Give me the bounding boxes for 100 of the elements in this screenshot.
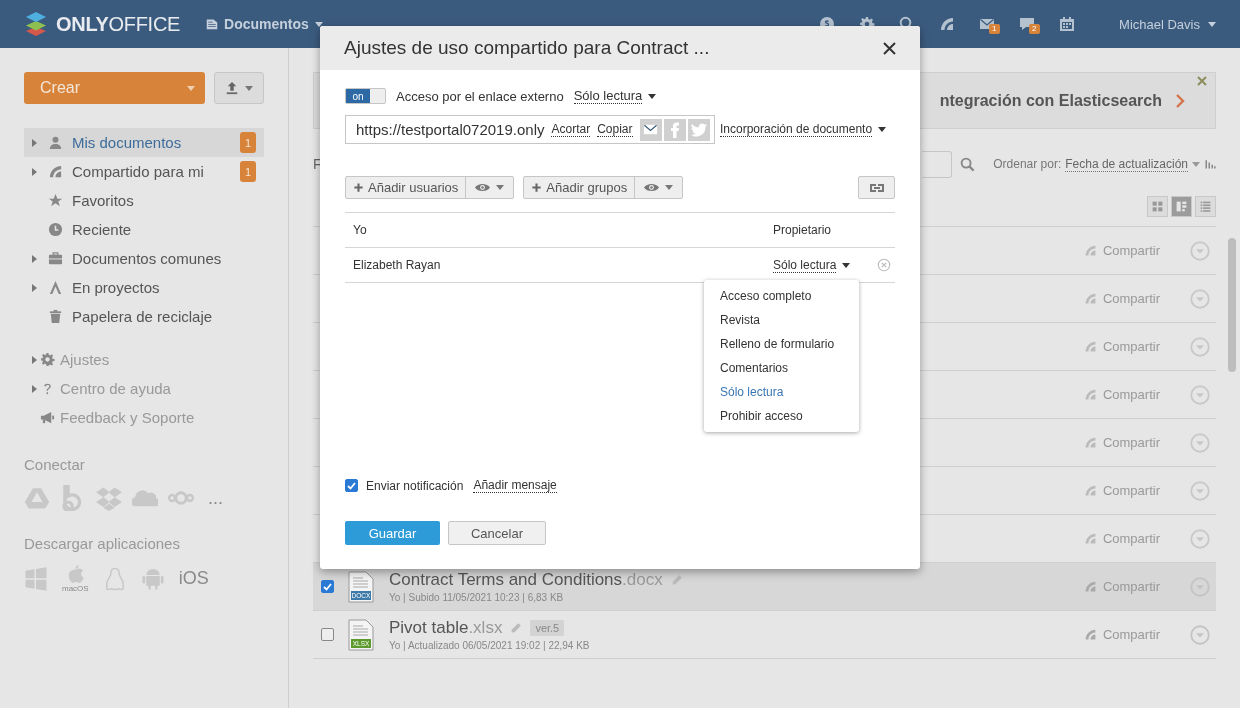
owner-label: Propietario (773, 223, 833, 237)
menu-item[interactable]: Comentarios (704, 356, 859, 380)
menu-item[interactable]: Prohibir acceso (704, 404, 859, 428)
feed-icon (1083, 388, 1097, 401)
dialog-title: Ajustes de uso compartido para Contract ... (344, 37, 710, 59)
ios-link[interactable]: iOS (178, 568, 209, 589)
expand-arrow-icon[interactable] (32, 283, 37, 292)
pencil-icon (670, 574, 683, 586)
caret-icon (878, 127, 887, 132)
caret-icon (842, 262, 851, 268)
copy-link[interactable]: Copiar (597, 122, 633, 137)
person-icon (48, 135, 63, 150)
expand-arrow-icon[interactable] (32, 384, 37, 393)
pencil-icon (510, 622, 523, 634)
sidebar-item[interactable]: Documentos comunes (24, 244, 264, 273)
plus-icon (353, 182, 364, 193)
chevron-circle-icon (1190, 528, 1210, 549)
more-link[interactable]: ... (208, 487, 223, 509)
bird-icon (690, 122, 707, 137)
briefcase-icon (48, 251, 63, 266)
menu-item[interactable]: Revista (704, 308, 859, 332)
scrollbar[interactable] (1228, 238, 1236, 372)
compact-view-icon (1175, 200, 1188, 213)
user-menu[interactable]: Michael Davis (1119, 16, 1216, 32)
view-mode-button[interactable] (1147, 196, 1168, 217)
embed-link-button[interactable] (858, 176, 895, 199)
expand-arrow-icon[interactable] (32, 138, 37, 147)
sidebar-item[interactable]: Reciente (24, 215, 264, 244)
shorten-link[interactable]: Acortar (551, 122, 591, 137)
megaphone-icon (40, 410, 55, 425)
feed-icon (1083, 292, 1097, 305)
search-field[interactable] (922, 150, 953, 178)
feed-icon (48, 164, 63, 179)
expand-arrow-icon[interactable] (32, 355, 37, 364)
dropbox-icon (96, 485, 122, 511)
mail-icon (643, 122, 658, 137)
save-button[interactable]: Guardar (345, 521, 440, 545)
module-menu[interactable]: Documentos (206, 16, 323, 32)
header-icon-button[interactable]: 2 (1007, 16, 1048, 32)
sort-label: Ordenar por: (993, 157, 1062, 171)
caret-icon (1192, 161, 1200, 167)
file-name[interactable]: Pivot table.xlsx (389, 618, 503, 638)
gear-icon (40, 352, 55, 367)
android-icon (140, 566, 165, 591)
close-icon[interactable] (883, 41, 896, 55)
sidebar-item[interactable]: Mis documentos 1 (24, 128, 264, 157)
star-icon (48, 193, 63, 208)
menu-item[interactable]: Relleno de formulario (704, 332, 859, 356)
toggle-switch[interactable]: on (345, 88, 386, 104)
clock-icon (48, 222, 63, 237)
feed-icon (1083, 580, 1097, 593)
count-badge: 1 (240, 161, 256, 182)
calendar-icon (1059, 16, 1076, 32)
access-dropdown[interactable]: Sólo lectura (573, 88, 643, 104)
add-message-link[interactable]: Añadir mensaje (473, 478, 557, 493)
row-checkbox[interactable] (321, 580, 334, 593)
expand-arrow-icon[interactable] (32, 167, 37, 176)
email-share-button[interactable] (639, 118, 662, 141)
feed-icon (1083, 340, 1097, 353)
expand-arrow-icon[interactable] (32, 254, 37, 263)
view-mode-button[interactable] (1171, 196, 1192, 217)
sort-dropdown[interactable]: Fecha de actualización (1065, 156, 1188, 172)
file-name[interactable]: Contract Terms and Conditions.docx (389, 570, 663, 590)
chevron-circle-icon (1190, 384, 1210, 405)
menu-item[interactable]: Acceso completo (704, 284, 859, 308)
chevron-circle-icon (1190, 240, 1210, 261)
upload-button[interactable] (214, 72, 264, 104)
sidebar-item[interactable]: En proyectos (24, 273, 264, 302)
logo-text[interactable]: ONLYOFFICE (56, 12, 181, 36)
embed-dropdown[interactable]: Incorporación de documento (720, 122, 873, 137)
sidebar-item[interactable]: Favoritos (24, 186, 264, 215)
count-badge: 2 (1029, 24, 1040, 34)
cancel-button[interactable]: Cancelar (448, 521, 546, 545)
feed-icon (1083, 244, 1097, 257)
chevron-right-icon[interactable] (1176, 93, 1185, 108)
chevron-circle-icon (1190, 432, 1210, 453)
windows-icon (24, 566, 48, 591)
sidebar-item[interactable]: Papelera de reciclaje (24, 302, 264, 331)
remove-icon (877, 258, 891, 272)
sidebar-item[interactable]: Compartido para mi 1 (24, 157, 264, 186)
chevron-circle-icon (1190, 336, 1210, 357)
sort-order-icon (1204, 158, 1216, 170)
access-dropdown[interactable]: Sólo lectura (773, 257, 837, 273)
menu-item[interactable]: Sólo lectura (704, 380, 859, 404)
stacked-layers-logo-icon (24, 12, 48, 36)
share-link-field[interactable]: https://testportal072019.only Acortar Copiar (345, 115, 715, 144)
section-title: Conectar (24, 456, 86, 473)
list-view-icon (1199, 200, 1212, 213)
row-checkbox[interactable] (321, 628, 334, 641)
user-name: Elizabeth Rayan (353, 258, 442, 272)
chevron-circle-icon (1190, 480, 1210, 501)
triangle-logo-icon (24, 485, 50, 511)
notify-checkbox[interactable] (345, 479, 358, 492)
notify-label: Enviar notificación (366, 478, 464, 493)
header-icon-button[interactable]: 1 (967, 16, 1008, 32)
count-badge: 1 (989, 24, 1000, 34)
upload-icon (225, 81, 239, 95)
count-badge: 1 (240, 132, 256, 153)
view-mode-button[interactable] (1195, 196, 1216, 217)
feed-icon (1083, 484, 1097, 497)
